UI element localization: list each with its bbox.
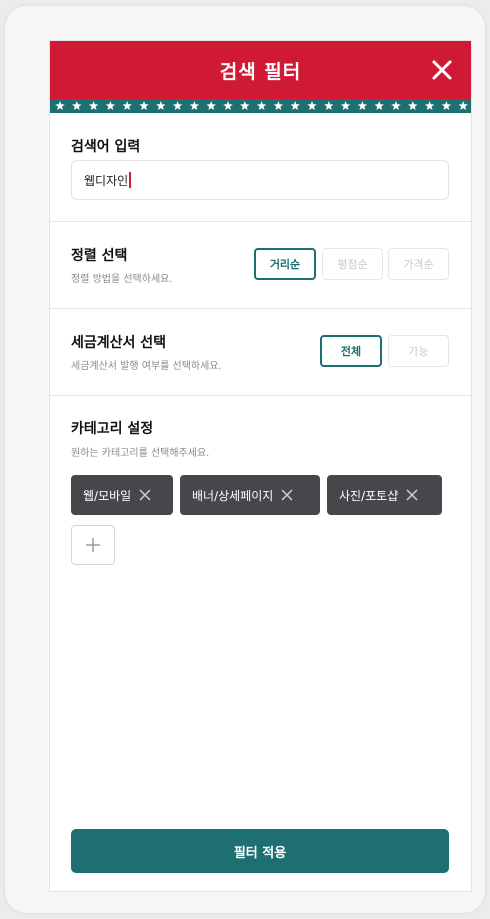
sort-option-rating[interactable]: 평점순 [322,248,383,280]
sort-label: 정렬 선택 [71,248,128,264]
search-input-value: 웹디자인 [84,173,129,188]
remove-chip-icon[interactable] [281,489,293,501]
header-title: 검색 필터 [219,61,302,83]
plus-icon [86,538,100,552]
sort-description: 정렬 방법을 선택하세요. [71,274,173,285]
category-description: 원하는 카테고리를 선택해주세요. [71,448,210,459]
search-section: 검색어 입력 웹디자인 [50,113,471,222]
tax-option-available[interactable]: 가능 [388,335,449,367]
text-caret [129,172,132,188]
chip-label: 배너/상세페이지 [192,488,274,503]
star-pattern-icon [55,101,468,111]
star-border [50,99,471,113]
chip-label: 웹/모바일 [83,488,132,503]
sort-option-distance[interactable]: 거리순 [254,248,316,280]
apply-filter-button[interactable]: 필터 적용 [71,829,449,873]
close-icon [432,60,452,80]
tax-section: 세금계산서 선택 세금계산서 발행 여부를 선택하세요. 전체 가능 [50,309,471,396]
remove-chip-icon[interactable] [139,489,151,501]
category-chip[interactable]: 사진/포토샵 [327,475,442,515]
chip-label: 사진/포토샵 [339,488,399,503]
header-bar: 검색 필터 [50,41,471,99]
remove-chip-icon[interactable] [406,489,418,501]
search-label: 검색어 입력 [71,139,141,155]
tax-label: 세금계산서 선택 [71,335,167,351]
add-category-button[interactable] [71,525,115,565]
sort-section: 정렬 선택 정렬 방법을 선택하세요. 거리순 평점순 가격순 [50,222,471,309]
sort-option-price[interactable]: 가격순 [388,248,449,280]
category-chip[interactable]: 배너/상세페이지 [180,475,320,515]
search-input[interactable]: 웹디자인 [71,160,449,200]
category-label: 카테고리 설정 [71,421,154,437]
close-button[interactable] [425,53,459,87]
tax-description: 세금계산서 발행 여부를 선택하세요. [71,361,222,372]
tax-option-all[interactable]: 전체 [320,335,382,367]
filter-panel: 검색 필터 검색어 입력 웹디자인 정렬 선택 정렬 방법을 선택하세요. 거리… [49,40,472,892]
category-chip[interactable]: 웹/모바일 [71,475,173,515]
